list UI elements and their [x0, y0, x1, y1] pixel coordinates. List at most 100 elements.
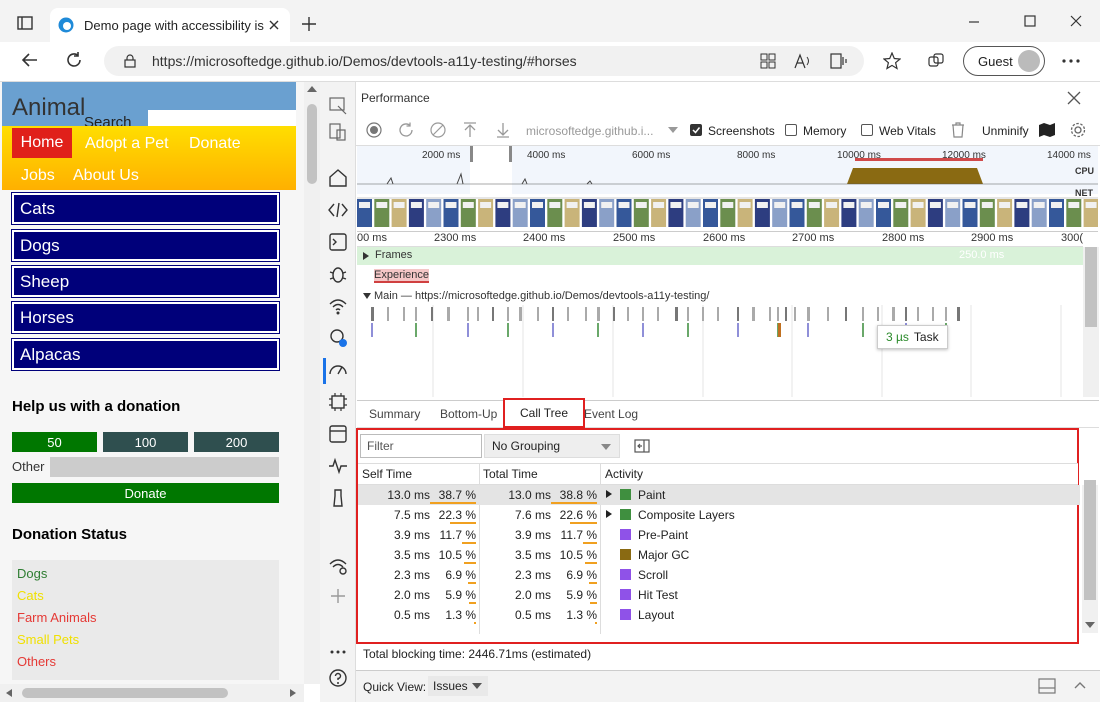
device-emulation-icon[interactable] — [328, 122, 348, 142]
console-icon[interactable] — [328, 232, 348, 252]
call-tree-row[interactable]: 7.5 ms 22.3 % 7.6 ms 22.6 % Composite Layers — [358, 505, 1080, 525]
heaviest-stack-icon[interactable] — [634, 439, 650, 453]
reload-profile-icon[interactable] — [398, 122, 414, 138]
close-panel-icon[interactable] — [1067, 91, 1081, 105]
source-map-icon[interactable] — [1038, 122, 1056, 138]
performance-insights-icon[interactable] — [328, 328, 348, 348]
scroll-right-icon[interactable] — [290, 689, 296, 697]
quick-view-select[interactable]: Issues — [428, 676, 488, 696]
elements-icon[interactable] — [328, 200, 348, 220]
tab-summary[interactable]: Summary — [369, 407, 420, 421]
close-window-icon[interactable] — [1070, 15, 1082, 27]
welcome-icon[interactable] — [328, 168, 348, 188]
tab-actions-icon[interactable] — [17, 16, 33, 30]
tab-event-log[interactable]: Event Log — [584, 407, 638, 421]
nav-jobs[interactable]: Jobs — [21, 167, 55, 185]
tab-call-tree[interactable]: Call Tree — [503, 398, 585, 428]
animal-link-dogs[interactable]: Dogs — [11, 229, 280, 262]
scroll-thumb[interactable] — [307, 104, 317, 184]
collapse-main-icon[interactable] — [363, 293, 371, 299]
lighthouse-icon[interactable] — [328, 488, 348, 508]
maximize-icon[interactable] — [1024, 15, 1036, 27]
sources-bug-icon[interactable] — [328, 264, 348, 284]
record-icon[interactable] — [366, 122, 382, 138]
nav-adopt-a-pet[interactable]: Adopt a Pet — [85, 135, 169, 153]
url-field[interactable]: https://microsoftedge.github.io/Demos/de… — [104, 46, 864, 76]
apps-icon[interactable] — [760, 53, 776, 69]
more-tools-add-icon[interactable] — [328, 586, 348, 606]
call-tree-scroll-thumb[interactable] — [1084, 480, 1096, 600]
timeline-overview[interactable] — [357, 146, 1098, 232]
new-tab-icon[interactable] — [301, 16, 317, 32]
memory-chip-icon[interactable] — [328, 392, 348, 412]
tab-bottom-up[interactable]: Bottom-Up — [440, 407, 497, 421]
network-conditions-icon[interactable] — [328, 556, 348, 576]
horizontal-scroll-thumb[interactable] — [22, 688, 228, 698]
read-aloud-icon[interactable] — [794, 53, 812, 69]
back-icon[interactable] — [20, 52, 38, 68]
collections-icon[interactable] — [927, 52, 945, 70]
dock-drawer-icon[interactable] — [1038, 678, 1056, 694]
scroll-up-icon[interactable] — [307, 86, 317, 92]
performance-icon[interactable] — [328, 360, 348, 380]
chevron-up-icon[interactable] — [1074, 681, 1086, 689]
main-thread-flame-chart[interactable] — [357, 305, 1083, 397]
main-thread-track[interactable]: Main — https://microsoftedge.github.io/D… — [357, 289, 1083, 305]
grouping-select[interactable]: No Grouping — [484, 434, 620, 458]
amount-50-button[interactable]: 50 — [12, 432, 97, 452]
animal-link-sheep[interactable]: Sheep — [11, 265, 280, 298]
frames-track[interactable]: Frames 250.0 ms — [357, 247, 1083, 265]
capture-settings-gear-icon[interactable] — [1070, 122, 1086, 138]
call-tree-row[interactable]: 2.3 ms 6.9 % 2.3 ms 6.9 % Scroll — [358, 565, 1080, 585]
customize-devtools-icon[interactable] — [328, 642, 348, 662]
garbage-collect-icon[interactable] — [951, 122, 965, 138]
nav-home[interactable]: Home — [12, 128, 72, 158]
close-tab-icon[interactable] — [268, 19, 280, 31]
unminify-label[interactable]: Unminify — [982, 124, 1029, 138]
more-menu-icon[interactable] — [1062, 59, 1080, 63]
save-profile-icon[interactable] — [496, 122, 510, 138]
scroll-down-icon[interactable] — [1085, 622, 1095, 628]
tracks-scrollbar[interactable] — [1083, 247, 1099, 397]
expand-row-icon[interactable] — [606, 490, 612, 498]
expand-frames-icon[interactable] — [363, 252, 369, 260]
column-total-time[interactable]: Total Time — [483, 467, 538, 481]
nav-about-us[interactable]: About Us — [73, 167, 139, 185]
column-self-time[interactable]: Self Time — [362, 467, 412, 481]
clear-icon[interactable] — [430, 122, 446, 138]
profile-button[interactable]: Guest — [963, 46, 1045, 76]
animal-link-cats[interactable]: Cats — [11, 192, 280, 225]
column-activity[interactable]: Activity — [605, 467, 643, 481]
amount-100-button[interactable]: 100 — [103, 432, 188, 452]
help-icon[interactable] — [328, 668, 348, 688]
call-tree-row[interactable]: 0.5 ms 1.3 % 0.5 ms 1.3 % Layout — [358, 605, 1080, 625]
page-horizontal-scrollbar[interactable] — [0, 684, 304, 702]
favorites-icon[interactable] — [883, 52, 901, 70]
filter-input[interactable]: Filter — [360, 434, 482, 458]
refresh-icon[interactable] — [65, 51, 83, 69]
recording-select[interactable]: microsoftedge.github.i... — [526, 124, 653, 138]
call-tree-scrollbar[interactable] — [1082, 480, 1098, 633]
screenshots-checkbox[interactable] — [690, 124, 702, 136]
performance-monitor-icon[interactable] — [328, 456, 348, 476]
minimize-icon[interactable] — [968, 16, 980, 28]
donate-button[interactable]: Donate — [12, 483, 279, 503]
call-tree-row[interactable]: 3.9 ms 11.7 % 3.9 ms 11.7 % Pre-Paint — [358, 525, 1080, 545]
network-icon[interactable] — [328, 296, 348, 316]
other-amount-input[interactable] — [50, 457, 279, 477]
call-tree-row[interactable]: 2.0 ms 5.9 % 2.0 ms 5.9 % Hit Test — [358, 585, 1080, 605]
load-profile-icon[interactable] — [463, 122, 477, 138]
experience-track[interactable]: Experience — [357, 266, 1083, 286]
inspect-icon[interactable] — [328, 96, 348, 116]
scroll-left-icon[interactable] — [6, 689, 12, 697]
animal-link-horses[interactable]: Horses — [11, 301, 280, 334]
call-tree-row[interactable]: 3.5 ms 10.5 % 3.5 ms 10.5 % Major GC — [358, 545, 1080, 565]
memory-checkbox[interactable] — [785, 124, 797, 136]
recording-dropdown-icon[interactable] — [668, 127, 678, 133]
nav-donate[interactable]: Donate — [189, 135, 241, 153]
immersive-reader-icon[interactable] — [830, 53, 848, 69]
browser-tab[interactable]: Demo page with accessibility issu — [50, 8, 290, 42]
call-tree-row[interactable]: 13.0 ms 38.7 % 13.0 ms 38.8 % Paint — [358, 485, 1080, 505]
tracks-scroll-thumb[interactable] — [1085, 247, 1097, 327]
expand-row-icon[interactable] — [606, 510, 612, 518]
